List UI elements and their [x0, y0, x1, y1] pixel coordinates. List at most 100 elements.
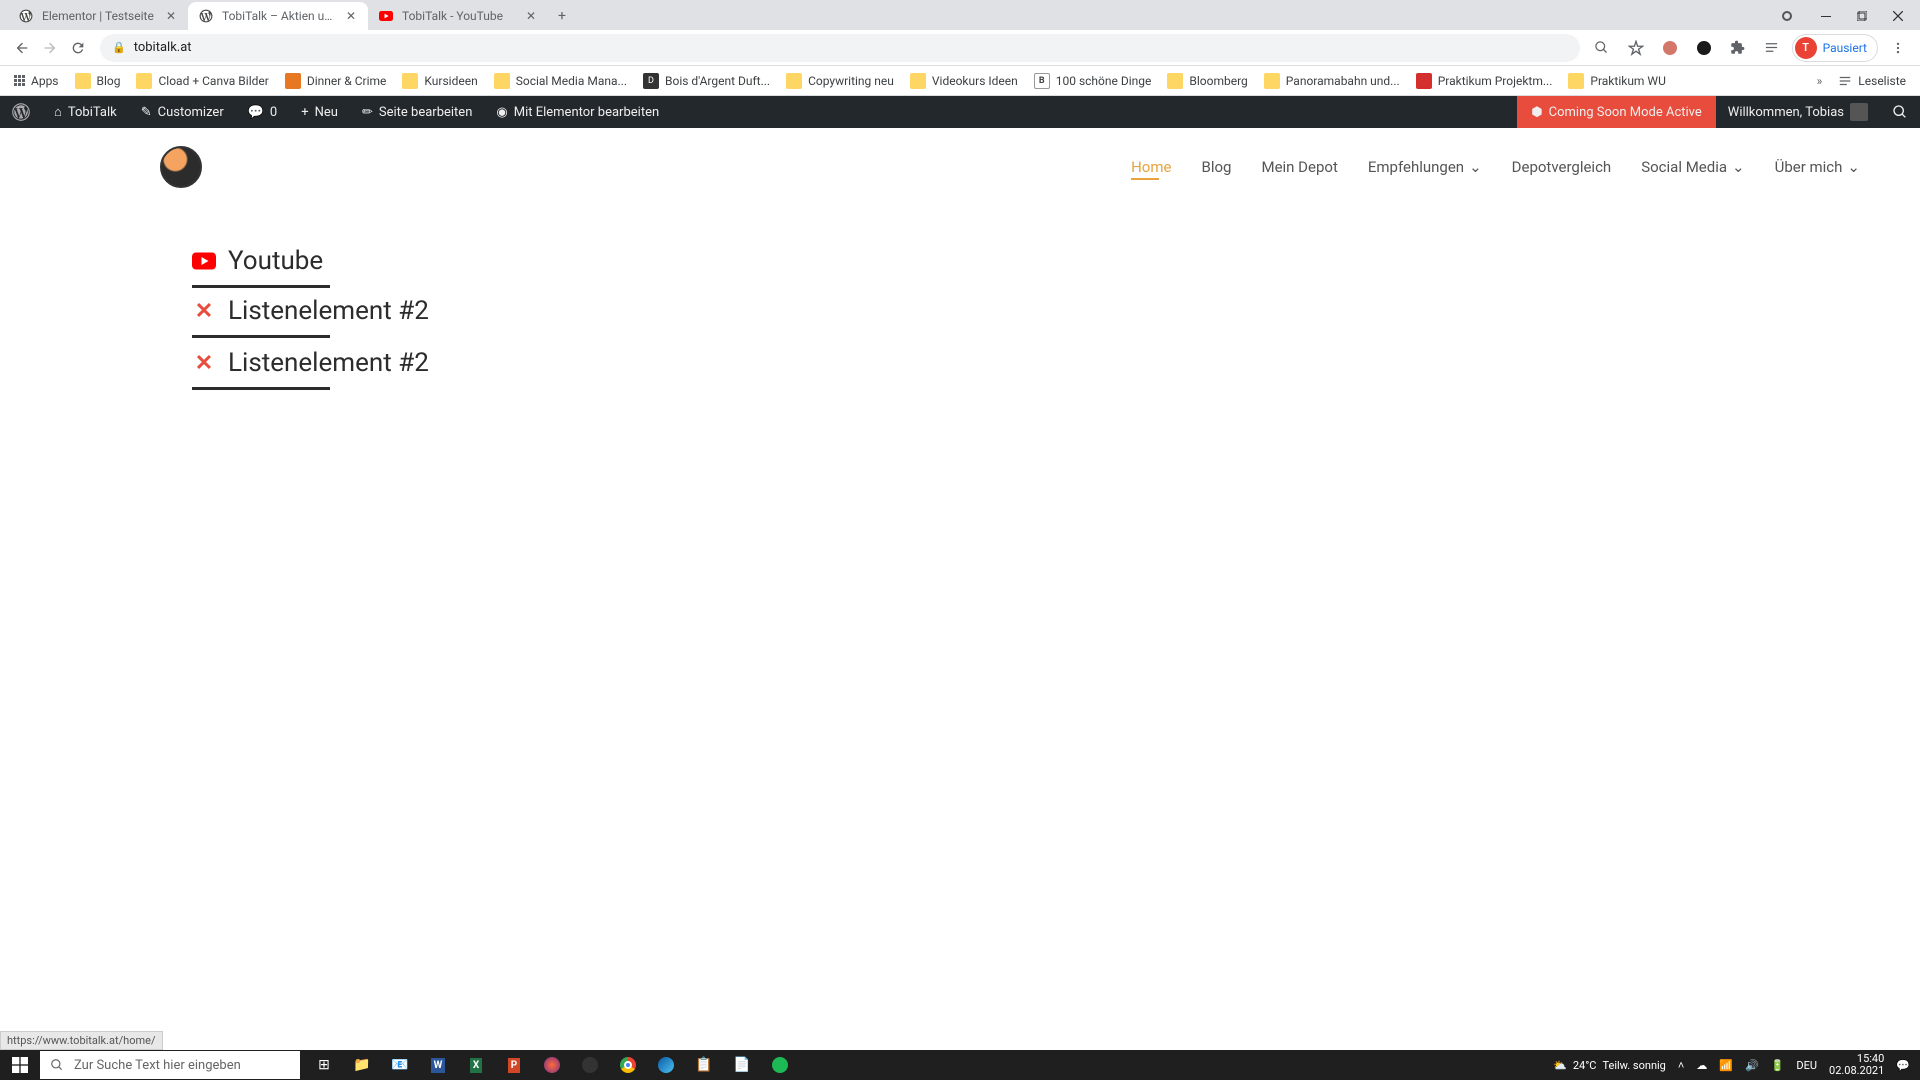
wordpress-icon — [18, 8, 34, 24]
reading-list-icon — [1838, 74, 1852, 88]
bookmark-videokurs[interactable]: Videokurs Ideen — [902, 69, 1026, 93]
task-view-icon[interactable]: ⊞ — [306, 1050, 342, 1080]
chevron-down-icon: ⌄ — [1732, 158, 1745, 176]
nav-depotvergleich[interactable]: Depotvergleich — [1512, 158, 1612, 176]
nav-social[interactable]: Social Media⌄ — [1641, 158, 1744, 176]
close-window-button[interactable] — [1880, 2, 1916, 30]
clock[interactable]: 15:40 02.08.2021 — [1829, 1053, 1884, 1077]
page-icon — [285, 73, 301, 89]
chrome-icon[interactable] — [610, 1050, 646, 1080]
nav-about[interactable]: Über mich⌄ — [1775, 158, 1860, 176]
close-icon[interactable]: ✕ — [344, 9, 358, 23]
nav-depot[interactable]: Mein Depot — [1261, 158, 1337, 176]
bookmark-social[interactable]: Social Media Mana... — [486, 69, 635, 93]
bookmark-overflow-icon[interactable]: » — [1817, 74, 1823, 88]
extension-icon-2[interactable] — [1690, 34, 1718, 62]
explorer-icon[interactable]: 📁 — [344, 1050, 380, 1080]
list-item-youtube[interactable]: Youtube — [192, 236, 1920, 286]
back-button[interactable] — [8, 34, 36, 62]
tab-label: TobiTalk – Aktien und persönlich... — [222, 9, 338, 23]
language-indicator[interactable]: DEU — [1796, 1059, 1817, 1072]
app-icon-2[interactable]: 📋 — [686, 1050, 722, 1080]
wifi-icon[interactable]: 📶 — [1719, 1059, 1733, 1072]
wp-new[interactable]: +Neu — [289, 96, 350, 128]
wp-edit-elementor[interactable]: ◉Mit Elementor bearbeiten — [484, 96, 671, 128]
excel-icon[interactable]: X — [458, 1050, 494, 1080]
youtube-icon — [378, 8, 394, 24]
bookmark-dinner[interactable]: Dinner & Crime — [277, 69, 395, 93]
bookmark-cload[interactable]: Cload + Canva Bilder — [128, 69, 276, 93]
folder-icon — [1167, 73, 1183, 89]
wp-logo[interactable] — [0, 96, 42, 128]
tab-elementor[interactable]: Elementor | Testseite ✕ — [8, 2, 188, 30]
tab-tobitalk[interactable]: TobiTalk – Aktien und persönlich... ✕ — [188, 2, 368, 30]
plus-icon: + — [301, 105, 308, 120]
wp-search[interactable] — [1880, 96, 1920, 128]
start-button[interactable] — [0, 1050, 40, 1080]
app-icon[interactable] — [534, 1050, 570, 1080]
reload-button[interactable] — [64, 34, 92, 62]
account-indicator-icon[interactable] — [1782, 11, 1792, 21]
wp-welcome[interactable]: Willkommen, Tobias — [1716, 96, 1880, 128]
lock-icon: 🔒 — [112, 41, 126, 54]
bookmark-blog[interactable]: Blog — [67, 69, 129, 93]
bookmark-panoramabahn[interactable]: Panoramabahn und... — [1256, 69, 1408, 93]
extension-icon-1[interactable] — [1656, 34, 1684, 62]
onedrive-icon[interactable]: ☁ — [1696, 1059, 1707, 1072]
obs-icon[interactable] — [572, 1050, 608, 1080]
maximize-button[interactable] — [1844, 2, 1880, 30]
list-item[interactable]: ✕ Listenelement #2 — [192, 286, 1920, 336]
nav-blog[interactable]: Blog — [1201, 158, 1231, 176]
mail-icon[interactable]: 📧 — [382, 1050, 418, 1080]
taskbar-search[interactable]: Zur Suche Text hier eingeben — [40, 1051, 300, 1079]
weather-widget[interactable]: ⛅ 24°C Teilw. sonnig — [1553, 1059, 1666, 1072]
list-item[interactable]: ✕ Listenelement #2 — [192, 338, 1920, 388]
bookmark-copywriting[interactable]: Copywriting neu — [778, 69, 902, 93]
forward-button[interactable] — [36, 34, 64, 62]
reading-list-icon[interactable] — [1758, 34, 1786, 62]
bookmark-praktikum-wu[interactable]: Praktikum WU — [1560, 69, 1673, 93]
reading-list-button[interactable]: Leseliste — [1830, 70, 1914, 92]
apps-button[interactable]: Apps — [6, 70, 67, 92]
wp-site-name[interactable]: ⌂TobiTalk — [42, 96, 129, 128]
bookmark-bloomberg[interactable]: Bloomberg — [1159, 69, 1255, 93]
battery-icon[interactable]: 🔋 — [1771, 1059, 1785, 1072]
profile-badge[interactable]: T Pausiert — [1792, 34, 1878, 62]
bookmark-bois[interactable]: DBois d'Argent Duft... — [635, 69, 778, 93]
wp-edit-page[interactable]: ✏Seite bearbeiten — [350, 96, 484, 128]
page-icon: B — [1034, 73, 1050, 89]
address-bar[interactable]: 🔒 tobitalk.at — [100, 34, 1580, 62]
menu-icon[interactable] — [1884, 34, 1912, 62]
powerpoint-icon[interactable]: P — [496, 1050, 532, 1080]
notifications-icon[interactable]: 💬 — [1896, 1059, 1910, 1072]
url-text: tobitalk.at — [134, 40, 192, 55]
minimize-button[interactable] — [1808, 2, 1844, 30]
bookmark-star-icon[interactable] — [1622, 34, 1650, 62]
notepad-icon[interactable]: 📄 — [724, 1050, 760, 1080]
new-tab-button[interactable]: + — [548, 2, 576, 30]
edge-icon[interactable] — [648, 1050, 684, 1080]
close-icon[interactable]: ✕ — [164, 9, 178, 23]
bookmark-100dinge[interactable]: B100 schöne Dinge — [1026, 69, 1160, 93]
tab-youtube[interactable]: TobiTalk - YouTube ✕ — [368, 2, 548, 30]
nav-home[interactable]: Home — [1131, 158, 1171, 176]
wp-comments[interactable]: 💬0 — [236, 96, 290, 128]
volume-icon[interactable]: 🔊 — [1745, 1059, 1759, 1072]
spotify-icon[interactable] — [762, 1050, 798, 1080]
coming-soon-badge[interactable]: ⬢Coming Soon Mode Active — [1517, 96, 1715, 128]
bookmark-praktikum-pm[interactable]: Praktikum Projektm... — [1408, 69, 1561, 93]
close-icon[interactable]: ✕ — [524, 9, 538, 23]
zoom-icon[interactable] — [1588, 34, 1616, 62]
bookmark-kursideen[interactable]: Kursideen — [394, 69, 485, 93]
extensions-icon[interactable] — [1724, 34, 1752, 62]
site-nav: Home Blog Mein Depot Empfehlungen⌄ Depot… — [1131, 158, 1860, 176]
x-icon: ✕ — [192, 351, 216, 376]
site-logo[interactable] — [160, 146, 202, 188]
folder-icon — [1264, 73, 1280, 89]
tab-label: TobiTalk - YouTube — [402, 9, 518, 23]
tray-chevron-icon[interactable]: ˄ — [1678, 1059, 1684, 1072]
wp-customizer[interactable]: ✎Customizer — [129, 96, 236, 128]
word-icon[interactable]: W — [420, 1050, 456, 1080]
nav-empfehlungen[interactable]: Empfehlungen⌄ — [1368, 158, 1482, 176]
page-icon — [1416, 73, 1432, 89]
